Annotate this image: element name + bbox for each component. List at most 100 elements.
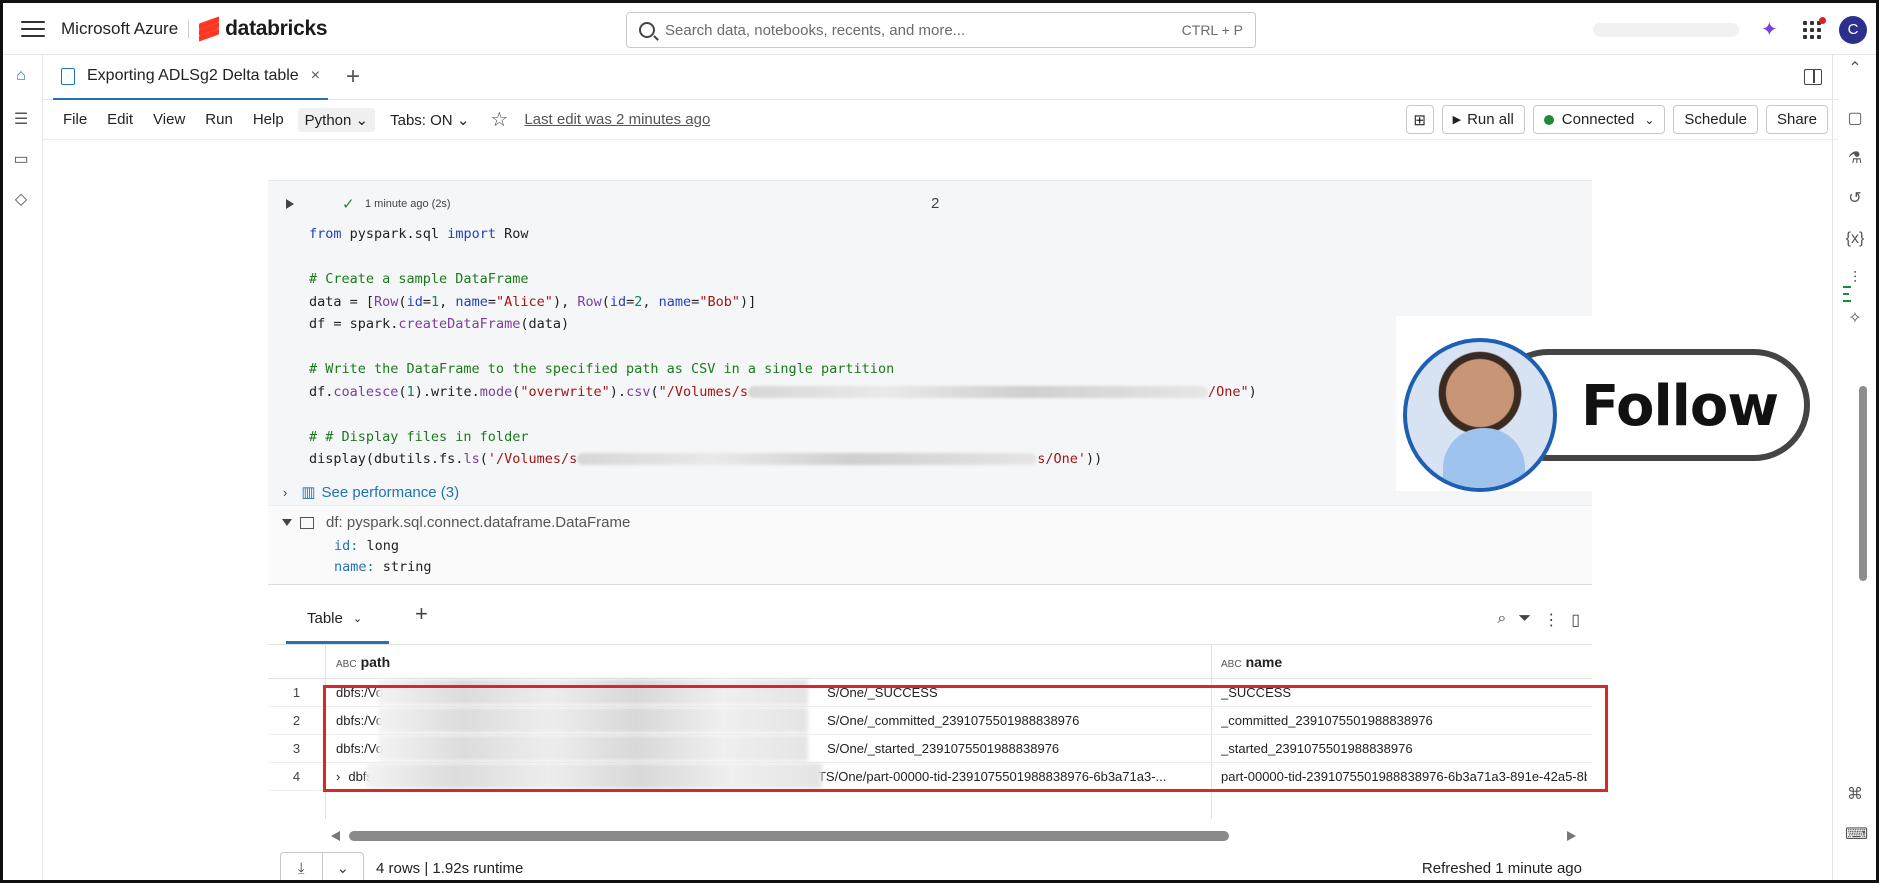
home-icon[interactable]: ⌂ [12,67,30,85]
scroll-right-arrow-icon[interactable] [1567,831,1576,841]
add-visualization-button[interactable]: + [415,601,428,627]
horizontal-scrollbar[interactable] [331,831,1576,841]
run-all-button[interactable]: ▶ Run all [1441,105,1525,134]
notebook-icon [61,67,75,85]
notebook-tab-strip: Exporting ADLSg2 Delta table × + [43,55,1838,100]
apps-grid-icon[interactable] [1803,21,1821,39]
follow-text: Follow [1581,374,1779,439]
experiments-flask-icon[interactable]: ⚗ [1845,149,1865,169]
redacted-path [577,453,1038,465]
search-icon[interactable]: ⌕ [1497,610,1506,630]
row-number: 1 [292,685,301,700]
share-button[interactable]: Share [1765,105,1828,134]
notebook-menu-bar: File Edit View Run Help Python ⌄ Tabs: O… [43,100,1838,140]
cluster-connected-dropdown[interactable]: Connected ⌄ [1532,105,1666,134]
row-number: 2 [292,713,301,728]
schema-field-name: name: string [334,559,432,575]
schema-var: df: [326,514,343,531]
comments-icon[interactable]: ▢ [1845,109,1865,129]
assistant-icon[interactable]: ✧ [1845,309,1865,329]
string-type-icon: ABC [1221,659,1242,670]
shortcuts-command-icon[interactable]: ⌘ [1845,785,1865,805]
search-placeholder: Search data, notebooks, recents, and mor… [665,21,966,39]
download-icon[interactable]: ⤓ [281,853,323,880]
row-number: 4 [292,769,301,784]
schema-header[interactable]: df: pyspark.sql.connect.dataframe.DataFr… [282,514,630,531]
favorite-star-icon[interactable]: ☆ [490,107,508,132]
chevron-up-icon[interactable]: ⌃ [1845,59,1865,79]
tab-table[interactable]: Table ⌄ [286,595,389,644]
chevron-down-icon: ⌄ [355,111,369,129]
top-bar: Microsoft Azure databricks Search data, … [3,3,1876,55]
notebook-title: Exporting ADLSg2 Delta table [87,67,299,84]
menu-edit[interactable]: Edit [107,111,133,128]
split-panel-icon[interactable] [1804,69,1822,85]
tabs-mode-value: Tabs: ON [390,111,453,129]
tab-notebook[interactable]: Exporting ADLSg2 Delta table × [53,55,329,100]
see-performance-label: See performance (3) [321,483,460,501]
cell-number: 2 [931,195,940,212]
layout-grid-icon: ⊞ [1413,111,1426,129]
presenter-photo [1403,338,1557,492]
notification-dot [1819,17,1826,24]
notebook-outline-icon[interactable]: ☰ [12,111,30,129]
row-number: 3 [292,741,301,756]
collapse-triangle-icon[interactable] [282,519,292,526]
search-icon [639,22,655,38]
run-cell-icon[interactable] [286,199,294,209]
hamburger-menu-icon[interactable] [21,20,45,37]
results-toolbar: ⌕ ⏷ ⋮ ▯ [1497,610,1580,630]
last-edit-link[interactable]: Last edit was 2 minutes ago [524,111,710,128]
scroll-left-arrow-icon[interactable] [331,831,340,841]
workspace-name-blurred[interactable] [1593,23,1739,37]
catalog-shapes-icon[interactable]: ◇ [12,191,30,209]
filter-icon[interactable]: ⏷ [1518,610,1531,630]
row-count-runtime: 4 rows | 1.92s runtime [376,860,524,877]
new-tab-button[interactable]: + [346,63,360,91]
terminal-icon[interactable]: ⌨ [1845,825,1868,845]
search-shortcut: CTRL + P [1181,22,1243,38]
table-icon [300,516,314,529]
refreshed-time: Refreshed 1 minute ago [1421,860,1582,877]
schedule-button[interactable]: Schedule [1673,105,1758,134]
schema-type: pyspark.sql.connect.dataframe.DataFrame [346,514,631,531]
download-button-group[interactable]: ⤓ ⌄ [280,852,364,880]
menu-help[interactable]: Help [253,111,284,128]
close-tab-icon[interactable]: × [311,67,320,85]
user-avatar[interactable]: C [1839,16,1867,44]
dataframe-schema: df: pyspark.sql.connect.dataframe.DataFr… [268,505,1592,584]
menu-view[interactable]: View [153,111,185,128]
azure-brand[interactable]: Microsoft Azure [61,19,178,39]
scrollbar-thumb[interactable] [349,831,1229,841]
chevron-down-icon: ⌄ [1644,112,1655,127]
sidebar-panel-icon[interactable]: ▯ [1571,610,1580,630]
language-dropdown[interactable]: Python ⌄ [297,107,376,132]
table-tab-label: Table [307,609,343,627]
column-header-path[interactable]: ABC path [336,654,390,670]
code-editor[interactable]: from pyspark.sql import Row # Create a s… [309,223,1257,471]
settings-sliders-icon[interactable]: ⫶ [1845,269,1865,289]
connected-label: Connected [1561,111,1635,128]
play-icon: ▶ [1452,114,1462,126]
tabs-mode-dropdown[interactable]: Tabs: ON ⌄ [383,108,476,132]
menu-run[interactable]: Run [205,111,233,128]
variables-icon[interactable]: {x} [1845,229,1865,249]
menu-file[interactable]: File [63,111,87,128]
databricks-wordmark[interactable]: databricks [225,17,327,41]
language-value: Python [304,111,352,129]
chevron-down-icon: ⌄ [456,111,470,129]
layout-toggle-button[interactable]: ⊞ [1405,105,1434,134]
table-header: ABC path ABC name [268,644,1592,679]
divider [188,19,190,38]
notebook-toolbar-right: ⊞ ▶ Run all Connected ⌄ Schedule Share [1405,105,1828,134]
chevron-down-icon[interactable]: ⌄ [323,853,364,880]
column-settings-icon[interactable]: ⋮ [1543,610,1559,630]
run-all-label: Run all [1467,111,1514,128]
global-search-input[interactable]: Search data, notebooks, recents, and mor… [626,12,1256,48]
code-cell[interactable]: ✓ 1 minute ago (2s) 2 from pyspark.sql i… [268,180,1592,505]
see-performance-link[interactable]: › ▥ See performance (3) [283,483,460,502]
history-icon[interactable]: ↺ [1845,189,1865,209]
folder-icon[interactable]: ▭ [12,151,30,169]
assistant-sparkle-icon[interactable]: ✦ [1761,17,1778,42]
column-header-name[interactable]: ABC name [1221,654,1282,670]
